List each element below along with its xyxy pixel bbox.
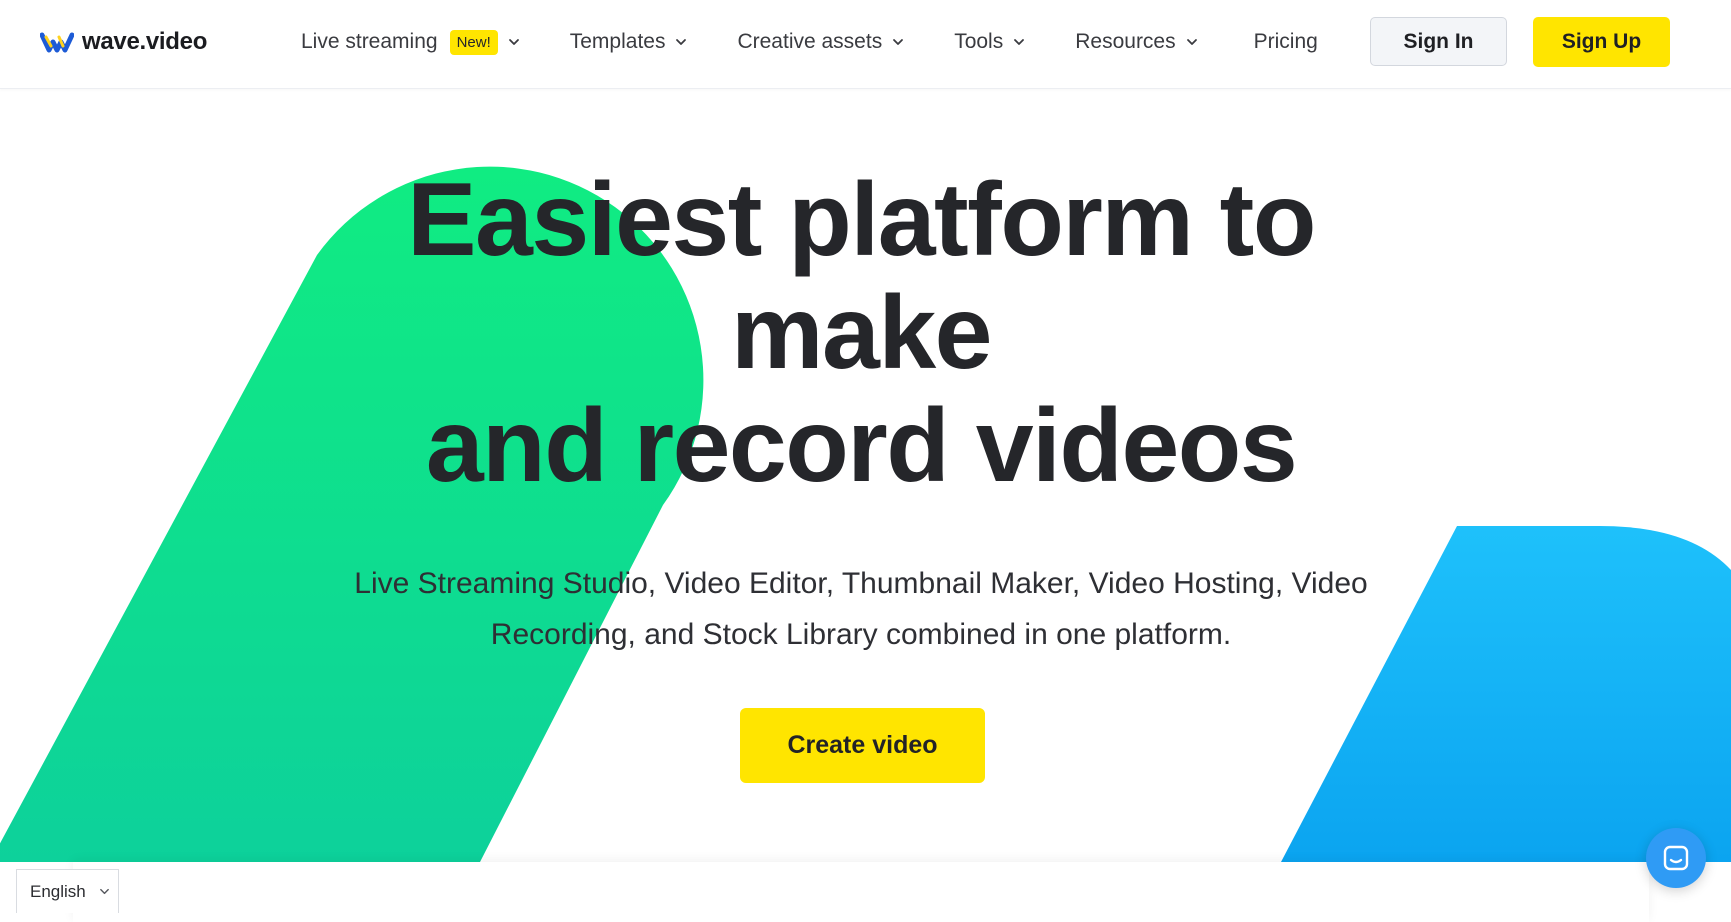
nav-creative-assets-label: Creative assets [737, 30, 883, 53]
nav-tools-label: Tools [954, 30, 1004, 53]
hero-subtitle: Live Streaming Studio, Video Editor, Thu… [354, 567, 1368, 651]
chevron-down-icon [1014, 39, 1025, 45]
main-nav: Live streaming New! Templates Creative a… [301, 0, 1318, 84]
nav-resources[interactable]: Resources [1075, 30, 1197, 54]
nav-resources-label: Resources [1075, 30, 1176, 53]
hero-title-line-3: and record videos [425, 388, 1298, 504]
language-select-value: English [30, 881, 86, 901]
nav-pricing[interactable]: Pricing [1254, 30, 1318, 54]
nav-creative-assets[interactable]: Creative assets [737, 30, 904, 54]
logo-text: wave.video [82, 28, 208, 55]
nav-pricing-label: Pricing [1253, 30, 1318, 53]
chevron-down-icon [99, 888, 109, 895]
chevron-down-icon [676, 39, 687, 45]
language-select[interactable]: English [16, 869, 119, 913]
top-navigation-bar: wave.video Live streaming New! Templates… [0, 0, 1731, 89]
chevron-down-icon [508, 39, 519, 45]
hero-title: Easiest platform to make and record vide… [265, 164, 1457, 503]
create-video-button[interactable]: Create video [740, 708, 985, 783]
content-preview-panel [73, 862, 1649, 922]
nav-tools[interactable]: Tools [954, 30, 1025, 54]
nav-templates-label: Templates [569, 30, 666, 53]
new-badge: New! [449, 29, 498, 55]
logo-link[interactable]: wave.video [40, 24, 207, 60]
nav-live-streaming-label: Live streaming [301, 30, 438, 53]
sign-in-button[interactable]: Sign In [1370, 17, 1507, 66]
nav-live-streaming[interactable]: Live streaming New! [301, 29, 520, 55]
hero-title-line-1: Easiest platform to [407, 162, 1316, 278]
hero-title-line-2: make [731, 275, 993, 391]
wave-logo-icon [40, 32, 74, 53]
chat-launcher-button[interactable] [1646, 828, 1706, 888]
nav-templates[interactable]: Templates [570, 30, 688, 54]
sign-up-button[interactable]: Sign Up [1533, 17, 1670, 67]
chevron-down-icon [893, 39, 904, 45]
chevron-down-icon [1186, 39, 1197, 45]
chat-icon [1663, 845, 1689, 871]
